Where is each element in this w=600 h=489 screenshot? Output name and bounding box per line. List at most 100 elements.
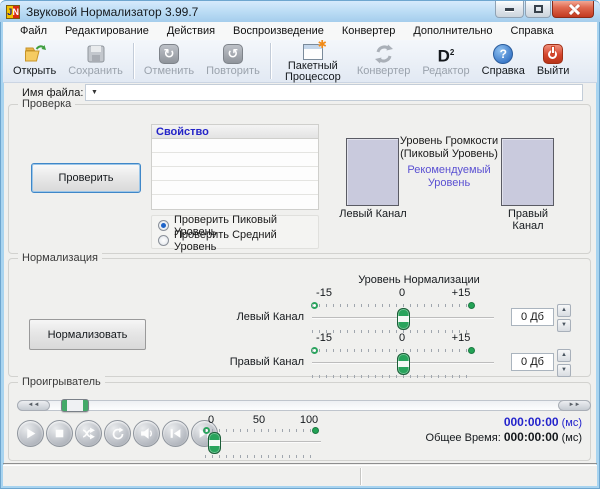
spin-down-button[interactable]: ▼ <box>557 364 571 377</box>
volume-button[interactable] <box>133 420 160 447</box>
toolbar: Открыть Сохранить ↻ Отменить ↺ Повторить <box>3 40 597 83</box>
total-time-label: Общее Время: <box>426 432 501 444</box>
scale-min-label: -15 <box>316 332 332 344</box>
open-button[interactable]: Открыть <box>7 42 62 77</box>
file-name-combobox[interactable]: ▼ <box>85 84 583 101</box>
save-button: Сохранить <box>62 42 129 77</box>
previous-icon <box>169 427 182 440</box>
left-db-field[interactable]: 0 Дб <box>511 308 554 326</box>
batch-processor-icon: ✱ <box>303 44 323 60</box>
seek-forward-button[interactable]: ►► <box>558 400 591 411</box>
normalize-group: Нормализация Нормализовать Уровень Норма… <box>8 258 591 377</box>
converter-icon <box>372 42 396 66</box>
help-button[interactable]: ? Справка <box>476 42 531 77</box>
maximize-button[interactable] <box>525 1 551 18</box>
redo-label: Повторить <box>206 66 260 77</box>
total-time-unit: (мс) <box>559 432 582 444</box>
menu-item-edit[interactable]: Редактирование <box>56 22 158 40</box>
property-table: Свойство <box>151 124 319 210</box>
table-row <box>152 195 318 209</box>
left-channel-slider-unit: Левый Канал -15 0 +15 0 Дб ▲ ▼ <box>309 287 579 337</box>
power-icon <box>543 44 563 64</box>
seek-bar[interactable] <box>17 400 591 411</box>
menu-item-actions[interactable]: Действия <box>158 22 224 40</box>
menu-bar: Файл Редактирование Действия Воспроизвед… <box>3 22 597 40</box>
property-table-header[interactable]: Свойство <box>152 125 318 139</box>
radio-check-average[interactable]: Проверить Средний Уровень <box>158 233 318 248</box>
close-button[interactable] <box>552 1 594 18</box>
check-group-title: Проверка <box>18 98 75 110</box>
undo-button: ↻ Отменить <box>138 42 200 77</box>
shuffle-button[interactable] <box>75 420 102 447</box>
radio-unselected-icon[interactable] <box>158 235 169 246</box>
level-title-line2: (Пиковый Уровень) <box>394 148 504 161</box>
exit-button[interactable]: Выйти <box>531 42 576 77</box>
stop-button[interactable] <box>46 420 73 447</box>
menu-item-extra[interactable]: Дополнительно <box>404 22 501 40</box>
seek-thumb[interactable] <box>61 399 89 412</box>
statusbar-divider-line <box>3 463 597 464</box>
menu-item-playback[interactable]: Воспроизведение <box>224 22 333 40</box>
left-slider-thumb[interactable] <box>397 308 410 330</box>
batch-processor-label: Пакетный Процессор <box>281 61 345 83</box>
tick-marks <box>312 349 473 352</box>
level-title-line1: Уровень Громкости <box>394 135 504 148</box>
help-label: Справка <box>482 66 525 77</box>
help-icon: ? <box>493 44 513 64</box>
volume-track[interactable] <box>211 441 321 443</box>
menu-item-converter[interactable]: Конвертер <box>333 22 404 40</box>
repeat-icon <box>111 427 125 441</box>
app-logo-icon: J N <box>6 5 20 19</box>
spin-down-button[interactable]: ▼ <box>557 319 571 332</box>
table-row <box>152 153 318 167</box>
app-window: J N Звуковой Нормализатор 3.99.7 Файл Ре… <box>0 0 600 489</box>
repeat-button[interactable] <box>104 420 131 447</box>
check-button[interactable]: Проверить <box>31 163 141 193</box>
window-controls <box>495 1 594 18</box>
right-channel-label: Правый Канал <box>493 208 563 232</box>
scale-max-label: +15 <box>452 287 471 299</box>
window-title: Звуковой Нормализатор 3.99.7 <box>26 1 198 23</box>
play-button[interactable] <box>17 420 44 447</box>
open-label: Открыть <box>13 66 56 77</box>
save-floppy-icon <box>84 42 108 66</box>
normalize-button[interactable]: Нормализовать <box>29 319 146 350</box>
right-slider-thumb[interactable] <box>397 353 410 375</box>
total-time-row: Общее Время: 000:00:00 (мс) <box>426 430 582 445</box>
seek-back-button[interactable]: ◄◄ <box>17 400 50 411</box>
chevron-down-icon[interactable]: ▼ <box>91 86 98 100</box>
play-icon <box>24 427 37 440</box>
player-group-title: Проигрыватель <box>18 376 105 388</box>
recommended-level-link[interactable]: Рекомендуемый Уровень <box>394 164 504 190</box>
scale-mid-label: 0 <box>399 287 405 299</box>
status-bar <box>3 465 597 486</box>
right-channel-slider-unit: Правый Канал -15 0 +15 0 Дб ▲ ▼ <box>309 332 579 382</box>
menu-item-file[interactable]: Файл <box>11 22 56 40</box>
spin-up-button[interactable]: ▲ <box>557 304 571 317</box>
statusbar-cell-divider <box>360 468 361 485</box>
player-group: Проигрыватель ◄◄ ►► <box>8 382 591 461</box>
minimize-button[interactable] <box>495 1 524 18</box>
volume-thumb[interactable] <box>208 432 221 454</box>
right-db-field[interactable]: 0 Дб <box>511 353 554 371</box>
tick-marks <box>205 429 317 432</box>
editor-button: D2 Редактор <box>416 42 475 77</box>
radio-selected-icon[interactable] <box>158 220 169 231</box>
volume-mid-label: 50 <box>253 414 265 426</box>
toolbar-separator <box>133 43 134 79</box>
redo-icon: ↺ <box>223 44 243 64</box>
stop-icon <box>53 427 66 440</box>
current-time-value: 000:00:00 <box>504 415 559 429</box>
left-channel-label: Левый Канал <box>338 208 408 220</box>
shuffle-icon <box>82 427 96 440</box>
batch-processor-button[interactable]: ✱ Пакетный Процессор <box>275 42 351 83</box>
menu-item-help[interactable]: Справка <box>502 22 563 40</box>
save-label: Сохранить <box>68 66 123 77</box>
undo-label: Отменить <box>144 66 194 77</box>
converter-button: Конвертер <box>351 42 416 77</box>
left-channel-meter <box>346 138 399 206</box>
previous-button[interactable] <box>162 420 189 447</box>
spin-up-button[interactable]: ▲ <box>557 349 571 362</box>
scale-max-label: +15 <box>452 332 471 344</box>
logo-right-letter: N <box>13 6 20 18</box>
